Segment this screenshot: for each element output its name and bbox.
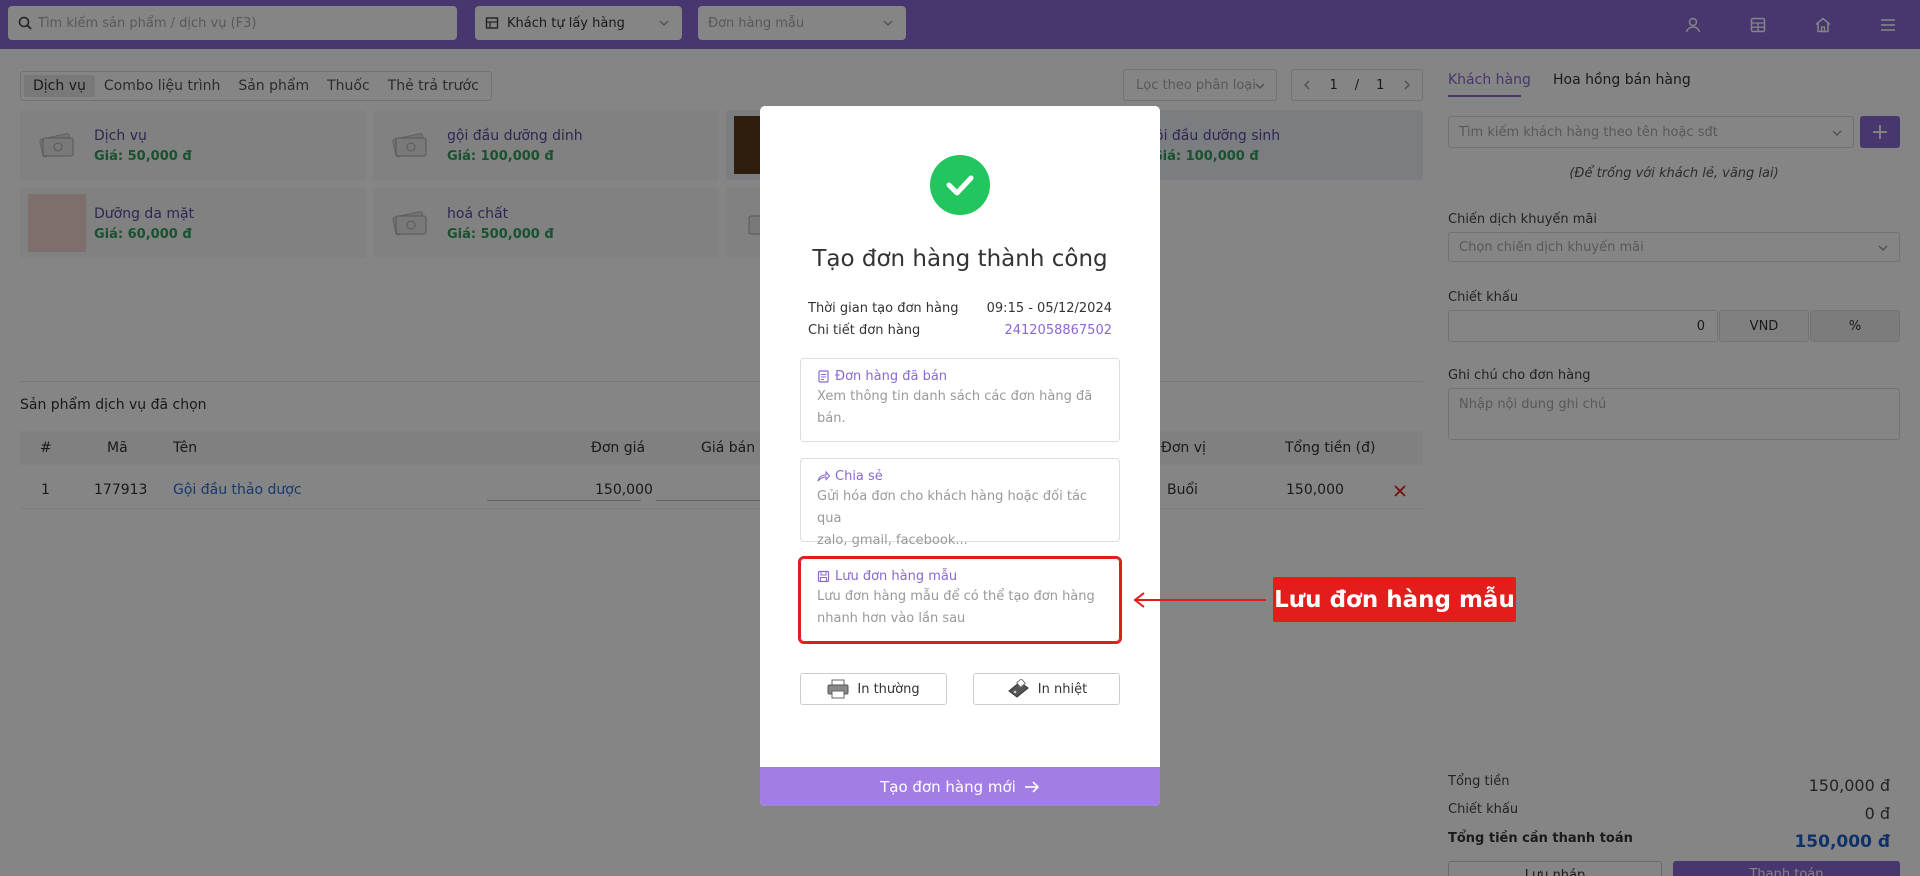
order-detail-link[interactable]: 2412058867502 [1004, 323, 1112, 338]
save-template-desc: Lưu đơn hàng mẫu để có thể tạo đơn hàng [817, 589, 1095, 604]
printer-icon [827, 679, 849, 699]
print-normal-label: In thường [857, 681, 920, 697]
order-time-row: Thời gian tạo đơn hàng 09:15 - 05/12/202… [808, 301, 1112, 316]
order-success-modal: Tạo đơn hàng thành công Thời gian tạo đơ… [760, 106, 1160, 806]
order-time-label: Thời gian tạo đơn hàng [808, 301, 959, 316]
arrow-right-icon [1024, 780, 1039, 793]
sold-orders-desc-2: bán. [817, 411, 846, 426]
share-desc: Gửi hóa đơn cho khách hàng hoặc đối tác … [817, 489, 1088, 526]
save-icon [817, 570, 830, 583]
thermal-printer-icon [1007, 679, 1029, 698]
callout-arrow-icon [1133, 592, 1266, 608]
new-order-button[interactable]: Tạo đơn hàng mới [760, 767, 1160, 806]
print-thermal-button[interactable]: In nhiệt [973, 673, 1120, 705]
print-normal-button[interactable]: In thường [800, 673, 947, 705]
modal-title: Tạo đơn hàng thành công [812, 246, 1108, 272]
success-check-icon [930, 155, 990, 215]
order-time-value: 09:15 - 05/12/2024 [986, 301, 1112, 316]
callout-label: Lưu đơn hàng mẫu [1273, 577, 1516, 622]
order-detail-row: Chi tiết đơn hàng 2412058867502 [808, 323, 1112, 338]
share-desc-2: zalo, gmail, facebook... [817, 533, 968, 548]
sold-orders-desc: Xem thông tin danh sách các đơn hàng đã [817, 389, 1093, 404]
save-template-desc-2: nhanh hơn vào lần sau [817, 611, 966, 626]
save-template-title: Lưu đơn hàng mẫu [835, 569, 958, 584]
order-detail-label: Chi tiết đơn hàng [808, 323, 921, 338]
share-icon [817, 470, 830, 482]
share-title: Chia sẻ [835, 469, 883, 484]
new-order-label: Tạo đơn hàng mới [880, 777, 1016, 796]
print-thermal-label: In nhiệt [1037, 681, 1088, 697]
share-option[interactable]: Chia sẻ Gửi hóa đơn cho khách hàng hoặc … [800, 458, 1120, 548]
sold-orders-option[interactable]: Đơn hàng đã bán Xem thông tin danh sách … [800, 358, 1120, 442]
save-template-option[interactable]: Lưu đơn hàng mẫu Lưu đơn hàng mẫu để có … [798, 556, 1122, 644]
sold-orders-title: Đơn hàng đã bán [835, 369, 948, 384]
document-icon [818, 370, 829, 383]
